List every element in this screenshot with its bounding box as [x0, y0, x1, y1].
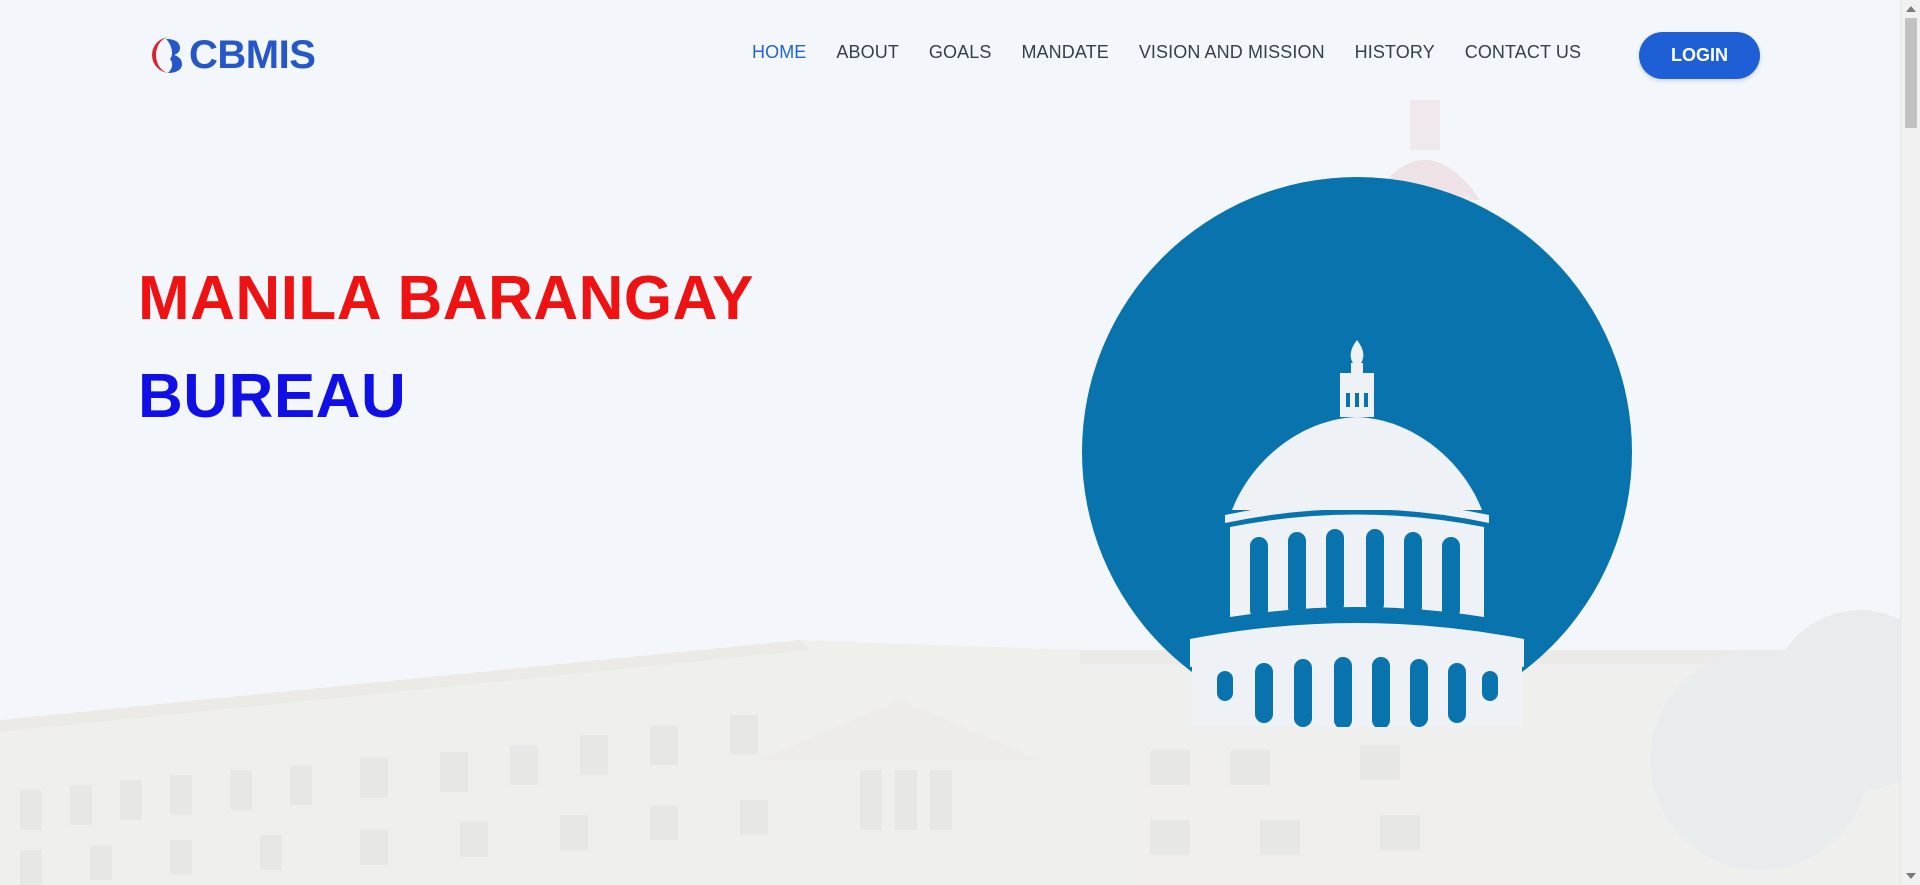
nav-about[interactable]: ABOUT [836, 42, 899, 63]
main-nav: HOME ABOUT GOALS MANDATE VISION AND MISS… [752, 42, 1611, 63]
login-button[interactable]: LOGIN [1639, 32, 1760, 79]
nav-mandate[interactable]: MANDATE [1021, 42, 1108, 63]
site-header: CBMIS HOME ABOUT GOALS MANDATE VISION AN… [0, 0, 1900, 110]
nav-home[interactable]: HOME [752, 42, 806, 63]
nav-goals[interactable]: GOALS [929, 42, 992, 63]
hero-title-line1: MANILA BARANGAY [138, 264, 755, 333]
brand-name: CBMIS [189, 32, 316, 77]
scroll-up-arrow-icon[interactable] [1906, 6, 1916, 12]
scrollbar-thumb[interactable] [1905, 18, 1917, 128]
scroll-down-arrow-icon[interactable] [1906, 873, 1916, 879]
nav-history[interactable]: HISTORY [1355, 42, 1435, 63]
site-logo[interactable]: CBMIS [148, 30, 316, 80]
capitol-dome-icon [1082, 177, 1632, 727]
hero-title-line2: BUREAU [138, 362, 407, 431]
nav-vision-and-mission[interactable]: VISION AND MISSION [1139, 42, 1325, 63]
cbmis-logo-icon [152, 37, 182, 73]
nav-contact-us[interactable]: CONTACT US [1465, 42, 1581, 63]
page-scrollbar[interactable] [1900, 0, 1920, 885]
